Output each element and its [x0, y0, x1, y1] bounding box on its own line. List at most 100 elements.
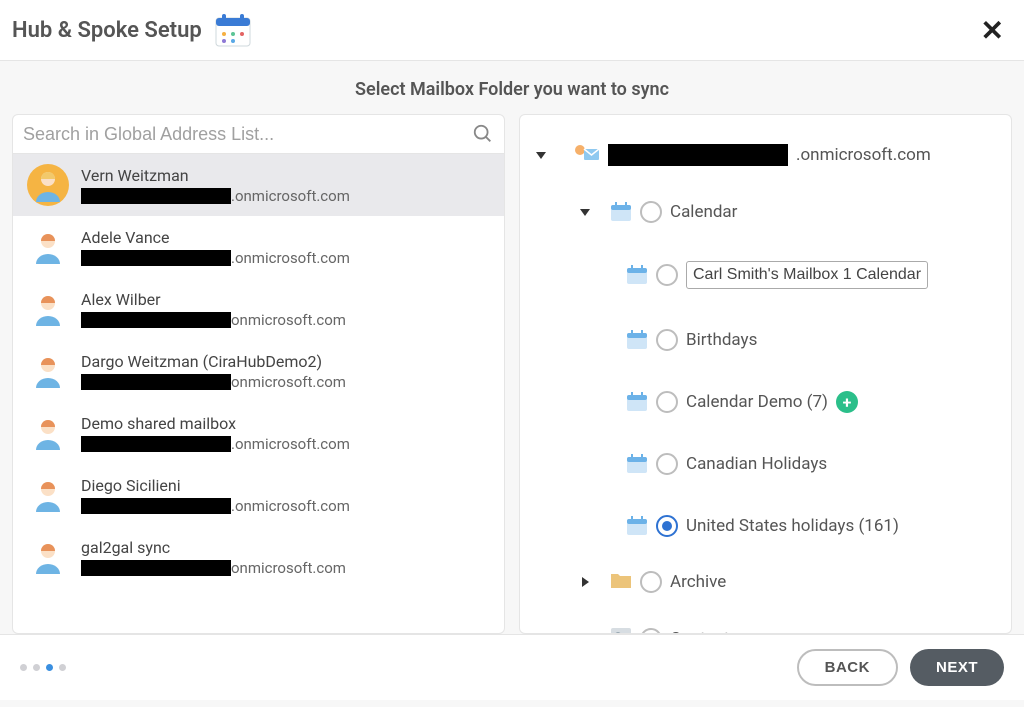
user-name: Dargo Weitzman (CiraHubDemo2)	[81, 352, 346, 371]
calendar-icon	[626, 515, 648, 537]
step-dot	[33, 664, 40, 671]
next-button[interactable]: NEXT	[910, 649, 1004, 686]
avatar	[27, 350, 69, 392]
tree-archive-row[interactable]: Archive	[534, 565, 997, 599]
folder-name-input[interactable]	[686, 261, 928, 289]
archive-label: Archive	[670, 572, 726, 592]
radio-archive[interactable]	[640, 571, 662, 593]
user-email: .onmicrosoft.com	[81, 249, 350, 267]
folder-tree: .onmicrosoft.com Calendar Birthdays Calen…	[520, 115, 1011, 633]
calendar-icon	[626, 391, 648, 413]
radio-subfolder[interactable]	[656, 515, 678, 537]
radio-subfolder[interactable]	[656, 391, 678, 413]
user-row[interactable]: Demo shared mailbox .onmicrosoft.com	[13, 402, 504, 464]
user-text: Adele Vance .onmicrosoft.com	[81, 228, 350, 267]
header: Hub & Spoke Setup ✕	[0, 0, 1024, 61]
search-input[interactable]	[23, 124, 472, 145]
step-dot	[59, 664, 66, 671]
step-dot-active	[46, 664, 53, 671]
calendar-icon	[626, 329, 648, 351]
user-name: Adele Vance	[81, 228, 350, 247]
redacted-email	[81, 498, 231, 514]
user-email: onmicrosoft.com	[81, 373, 346, 391]
avatar	[27, 474, 69, 516]
user-name: gal2gal sync	[81, 538, 346, 557]
tree-subfolder-row[interactable]	[534, 255, 997, 295]
tree-subfolder-row[interactable]: Canadian Holidays	[534, 447, 997, 481]
main-content: Vern Weitzman.onmicrosoft.comAdele Vance…	[0, 114, 1024, 634]
calendar-icon	[626, 264, 648, 286]
calendar-icon	[610, 201, 632, 223]
calendar-label: Calendar	[670, 202, 737, 222]
user-row[interactable]: Diego Sicilieni .onmicrosoft.com	[13, 464, 504, 526]
user-list: Vern Weitzman.onmicrosoft.comAdele Vance…	[13, 154, 504, 633]
radio-subfolder[interactable]	[656, 329, 678, 351]
calendar-icon	[214, 12, 252, 48]
subfolder-label: Calendar Demo (7)	[686, 392, 828, 412]
close-icon[interactable]: ✕	[981, 14, 1004, 47]
radio-calendar[interactable]	[640, 201, 662, 223]
tree-subfolder-row[interactable]: Calendar Demo (7) +	[534, 385, 997, 419]
subtitle: Select Mailbox Folder you want to sync	[0, 61, 1024, 114]
tree-root-row[interactable]: .onmicrosoft.com	[534, 137, 997, 173]
header-left: Hub & Spoke Setup	[12, 12, 252, 48]
avatar	[27, 536, 69, 578]
avatar	[27, 288, 69, 330]
user-email: .onmicrosoft.com	[81, 435, 350, 453]
subfolder-label: Birthdays	[686, 330, 757, 350]
contacts-icon	[610, 627, 632, 633]
user-row[interactable]: Vern Weitzman .onmicrosoft.com	[13, 154, 504, 216]
radio-subfolder[interactable]	[656, 453, 678, 475]
mailbox-icon	[574, 143, 600, 167]
chevron-down-icon[interactable]	[534, 150, 548, 160]
user-row[interactable]: Dargo Weitzman (CiraHubDemo2) onmicrosoft…	[13, 340, 504, 402]
back-button[interactable]: BACK	[797, 649, 898, 686]
subfolder-label: United States holidays (161)	[686, 516, 899, 536]
search-bar	[13, 115, 504, 154]
search-icon[interactable]	[472, 123, 494, 145]
progress-dots	[20, 664, 66, 671]
user-text: Vern Weitzman .onmicrosoft.com	[81, 166, 350, 205]
avatar	[27, 164, 69, 206]
footer-buttons: BACK NEXT	[797, 649, 1004, 686]
user-text: gal2gal synconmicrosoft.com	[81, 538, 346, 577]
redacted-email	[81, 250, 231, 266]
subfolder-label: Canadian Holidays	[686, 454, 827, 474]
folder-tree-panel: .onmicrosoft.com Calendar Birthdays Calen…	[519, 114, 1012, 634]
user-row[interactable]: Adele Vance .onmicrosoft.com	[13, 216, 504, 278]
radio-contacts[interactable]	[640, 628, 662, 633]
user-email: onmicrosoft.com	[81, 311, 346, 329]
add-icon[interactable]: +	[836, 391, 858, 413]
tree-subfolder-row[interactable]: United States holidays (161)	[534, 509, 997, 543]
step-dot	[20, 664, 27, 671]
tree-subfolder-row[interactable]: Birthdays	[534, 323, 997, 357]
radio-subfolder[interactable]	[656, 264, 678, 286]
chevron-down-icon[interactable]	[578, 207, 592, 217]
user-text: Diego Sicilieni .onmicrosoft.com	[81, 476, 350, 515]
redacted-email	[608, 144, 788, 166]
avatar	[27, 226, 69, 268]
calendar-icon	[626, 453, 648, 475]
user-email: .onmicrosoft.com	[81, 187, 350, 205]
user-email: .onmicrosoft.com	[81, 497, 350, 515]
folder-icon	[610, 571, 632, 593]
user-row[interactable]: gal2gal synconmicrosoft.com	[13, 526, 504, 588]
chevron-right-icon[interactable]	[578, 577, 592, 587]
redacted-email	[81, 188, 231, 204]
tree-contacts-row[interactable]: Contacts	[534, 621, 997, 633]
user-name: Diego Sicilieni	[81, 476, 350, 495]
root-domain-label: .onmicrosoft.com	[796, 145, 931, 165]
user-name: Alex Wilber	[81, 290, 346, 309]
tree-calendar-row[interactable]: Calendar	[534, 195, 997, 229]
subfolder-list: Birthdays Calendar Demo (7) + Canadian Holi…	[534, 255, 997, 543]
user-name: Demo shared mailbox	[81, 414, 350, 433]
redacted-email	[81, 436, 231, 452]
user-text: Alex Wilber onmicrosoft.com	[81, 290, 346, 329]
page-title: Hub & Spoke Setup	[12, 18, 202, 43]
user-text: Demo shared mailbox .onmicrosoft.com	[81, 414, 350, 453]
redacted-email	[81, 560, 231, 576]
user-row[interactable]: Alex Wilber onmicrosoft.com	[13, 278, 504, 340]
user-name: Vern Weitzman	[81, 166, 350, 185]
user-list-panel: Vern Weitzman.onmicrosoft.comAdele Vance…	[12, 114, 505, 634]
user-text: Dargo Weitzman (CiraHubDemo2) onmicrosoft…	[81, 352, 346, 391]
